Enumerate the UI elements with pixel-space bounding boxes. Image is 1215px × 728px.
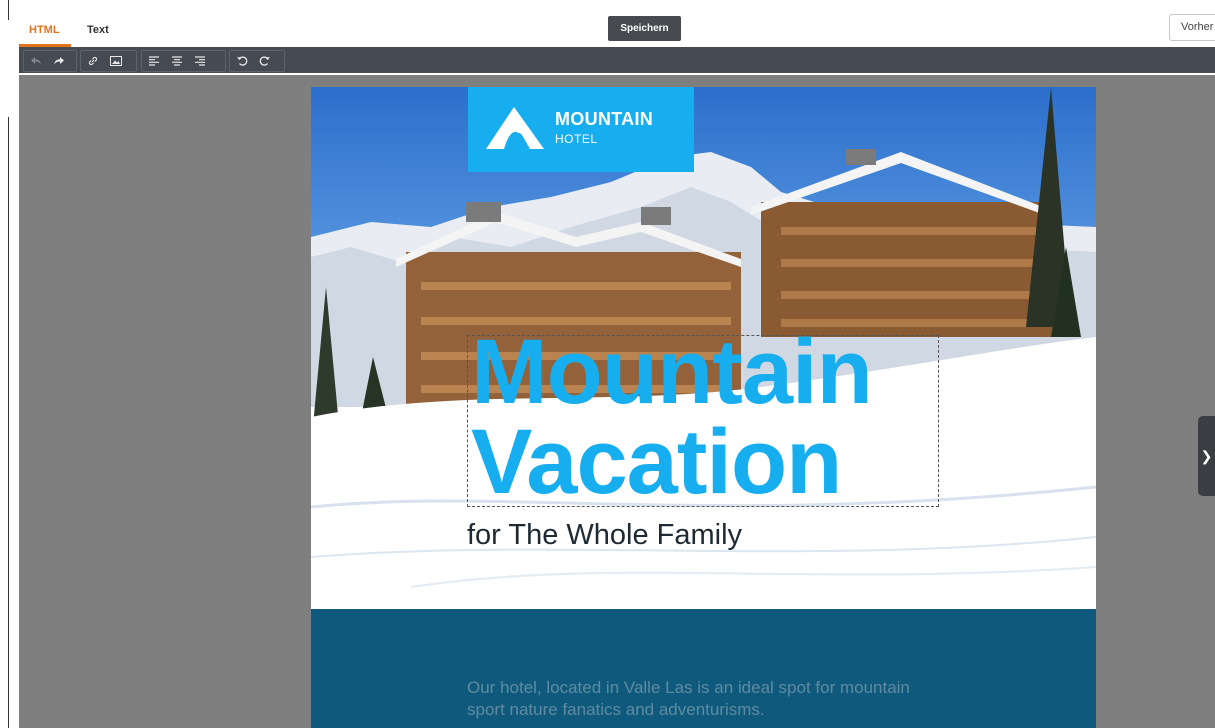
hero-image[interactable]: MOUNTAIN HOTEL Mountain Vacation for The… xyxy=(311,87,1096,609)
redo-icon[interactable] xyxy=(47,51,70,71)
selection-outline xyxy=(467,335,939,507)
editor-toolbar xyxy=(19,47,1215,73)
chevron-right-icon[interactable]: ❯ xyxy=(1198,416,1215,496)
subtitle[interactable]: for The Whole Family xyxy=(467,519,742,552)
rotate-right-icon[interactable] xyxy=(253,51,276,71)
align-group xyxy=(141,50,226,72)
left-divider-top xyxy=(8,0,9,20)
preview-button[interactable]: Vorher xyxy=(1169,14,1215,41)
history-group xyxy=(23,50,77,72)
left-divider xyxy=(8,117,9,728)
hotel-logo[interactable]: MOUNTAIN HOTEL xyxy=(468,87,694,172)
mountain-logo-icon xyxy=(486,107,544,149)
logo-subtitle: HOTEL xyxy=(555,132,598,146)
image-icon[interactable] xyxy=(104,51,127,71)
tab-text[interactable]: Text xyxy=(87,24,109,36)
intro-text[interactable]: Our hotel, located in Valle Las is an id… xyxy=(467,677,947,721)
rotate-left-icon[interactable] xyxy=(230,51,253,71)
save-button[interactable]: Speichern xyxy=(608,16,681,41)
rotate-group xyxy=(229,50,285,72)
align-center-icon[interactable] xyxy=(165,51,188,71)
align-left-icon[interactable] xyxy=(142,51,165,71)
link-icon[interactable] xyxy=(81,51,104,71)
insert-group xyxy=(80,50,137,72)
logo-title: MOUNTAIN xyxy=(555,109,654,129)
undo-icon[interactable] xyxy=(24,51,47,71)
tab-html[interactable]: HTML xyxy=(29,24,60,36)
align-right-icon[interactable] xyxy=(188,51,211,71)
top-bar: HTML Text Speichern Vorher xyxy=(0,0,1215,47)
